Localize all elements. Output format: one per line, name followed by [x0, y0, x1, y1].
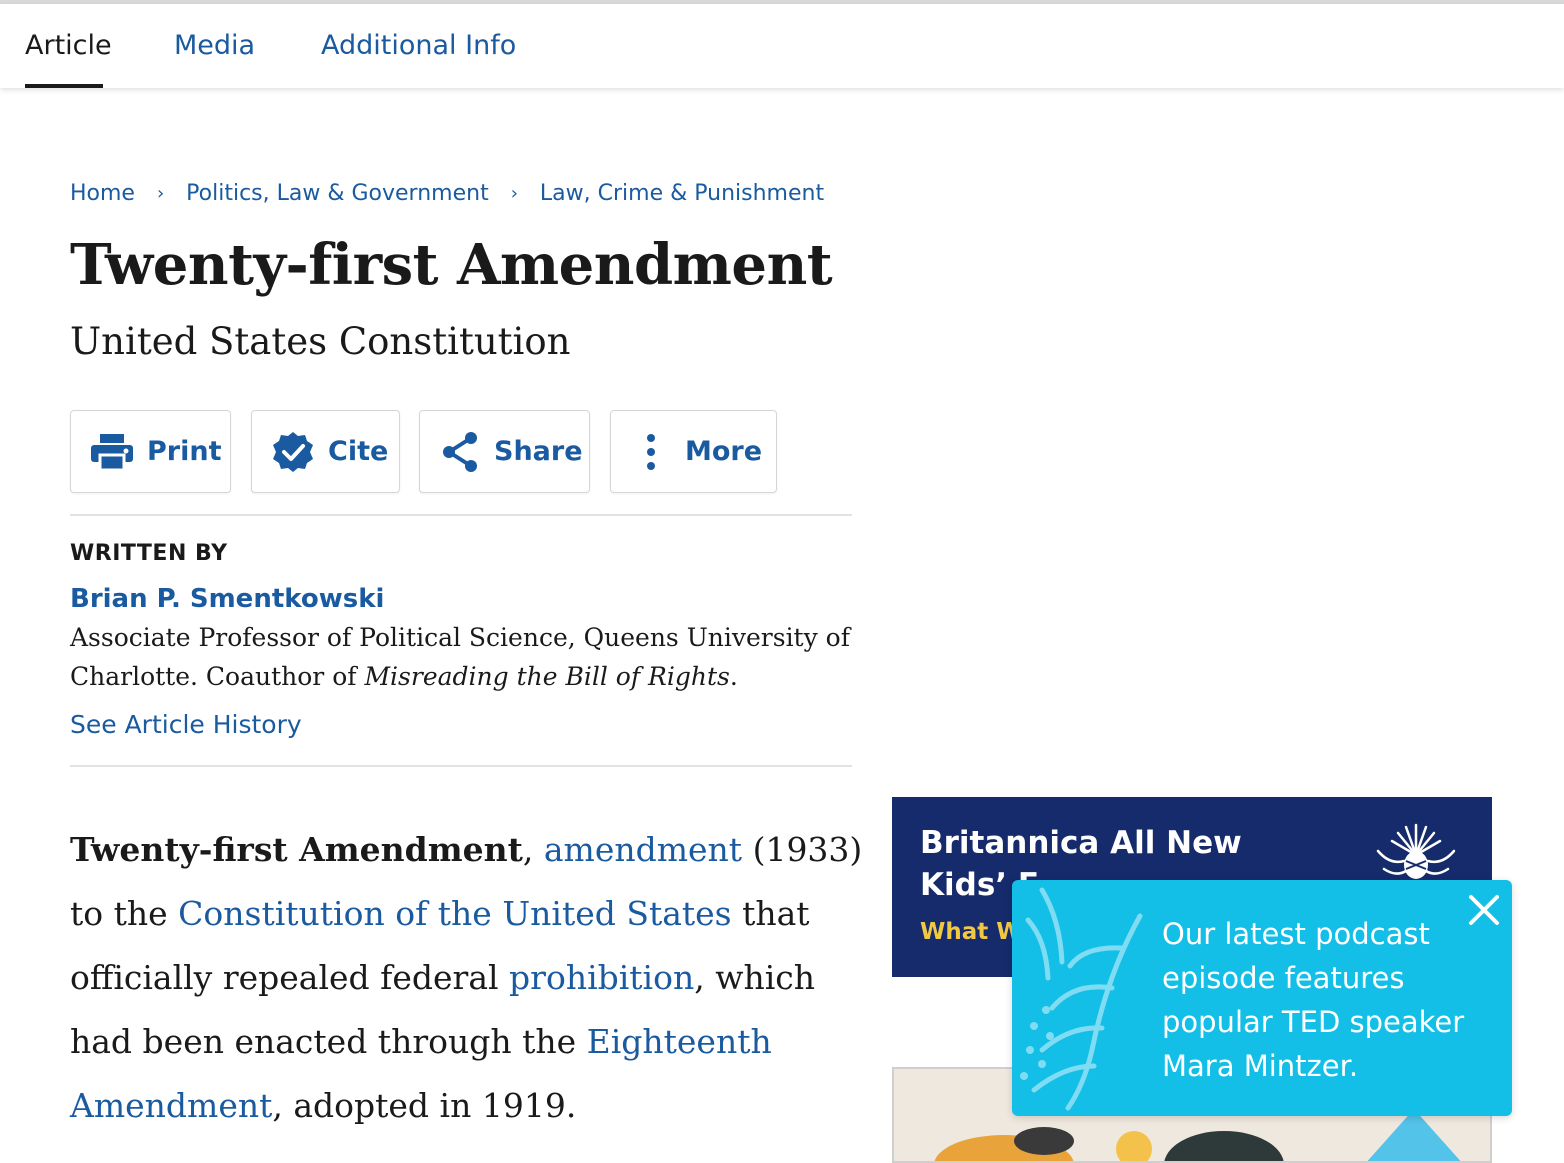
- thistle-illustration-icon: [1012, 880, 1162, 1116]
- more-button-label: More: [685, 436, 763, 467]
- share-icon: [440, 431, 480, 473]
- page-title: Twenty-first Amendment: [70, 232, 833, 298]
- page-subtitle: United States Constitution: [70, 320, 571, 363]
- article-history-link[interactable]: See Article History: [70, 710, 302, 739]
- ad-headline: Britannica All New: [920, 825, 1242, 861]
- intro-text: ,: [522, 830, 544, 869]
- author-book-title: Misreading the Bill of Rights: [364, 662, 730, 691]
- print-button-label: Print: [147, 436, 222, 467]
- tab-additional-info[interactable]: Additional Info: [321, 30, 516, 61]
- vertical-ellipsis-icon: [641, 433, 661, 471]
- active-tab-indicator: [25, 84, 103, 88]
- divider: [70, 765, 852, 767]
- ad-tagline: What W: [920, 919, 1022, 945]
- author-name-link[interactable]: Brian P. Smentkowski: [70, 584, 384, 614]
- link-prohibition[interactable]: prohibition: [509, 958, 694, 997]
- article-intro-paragraph: Twenty-first Amendment, amendment (1933)…: [70, 818, 870, 1138]
- breadcrumb: Home › Politics, Law & Government › Law,…: [70, 178, 824, 208]
- more-button[interactable]: More: [610, 410, 777, 493]
- cite-button-label: Cite: [328, 436, 389, 467]
- breadcrumb-law-crime-punishment[interactable]: Law, Crime & Punishment: [540, 181, 824, 206]
- breadcrumb-home[interactable]: Home: [70, 181, 135, 206]
- author-bio: Associate Professor of Political Science…: [70, 618, 860, 696]
- intro-text: , adopted in 1919.: [272, 1086, 577, 1125]
- link-amendment[interactable]: amendment: [544, 830, 742, 869]
- article-tab-bar: Article Media Additional Info: [0, 4, 1564, 88]
- print-button[interactable]: Print: [70, 410, 231, 493]
- link-constitution[interactable]: Constitution of the United States: [178, 894, 731, 933]
- podcast-notification-toast[interactable]: Our latest podcast episode features popu…: [1012, 880, 1512, 1116]
- divider: [70, 514, 852, 516]
- share-button[interactable]: Share: [419, 410, 590, 493]
- podcast-message: Our latest podcast episode features popu…: [1162, 917, 1465, 1083]
- tab-media[interactable]: Media: [174, 30, 255, 61]
- written-by-heading: WRITTEN BY: [70, 541, 228, 566]
- cite-button[interactable]: Cite: [251, 410, 400, 493]
- breadcrumb-politics-law-government[interactable]: Politics, Law & Government: [186, 181, 489, 206]
- intro-bold-term: Twenty-first Amendment: [70, 830, 523, 869]
- author-bio-period: .: [729, 662, 738, 691]
- chevron-right-icon: ›: [156, 182, 165, 204]
- thistle-logo-icon: [1370, 821, 1462, 889]
- print-icon: [91, 433, 133, 471]
- share-button-label: Share: [494, 436, 583, 467]
- chevron-right-icon: ›: [510, 182, 518, 204]
- tab-article[interactable]: Article: [25, 30, 112, 61]
- close-icon[interactable]: [1466, 892, 1502, 928]
- verified-badge-icon: [272, 431, 314, 473]
